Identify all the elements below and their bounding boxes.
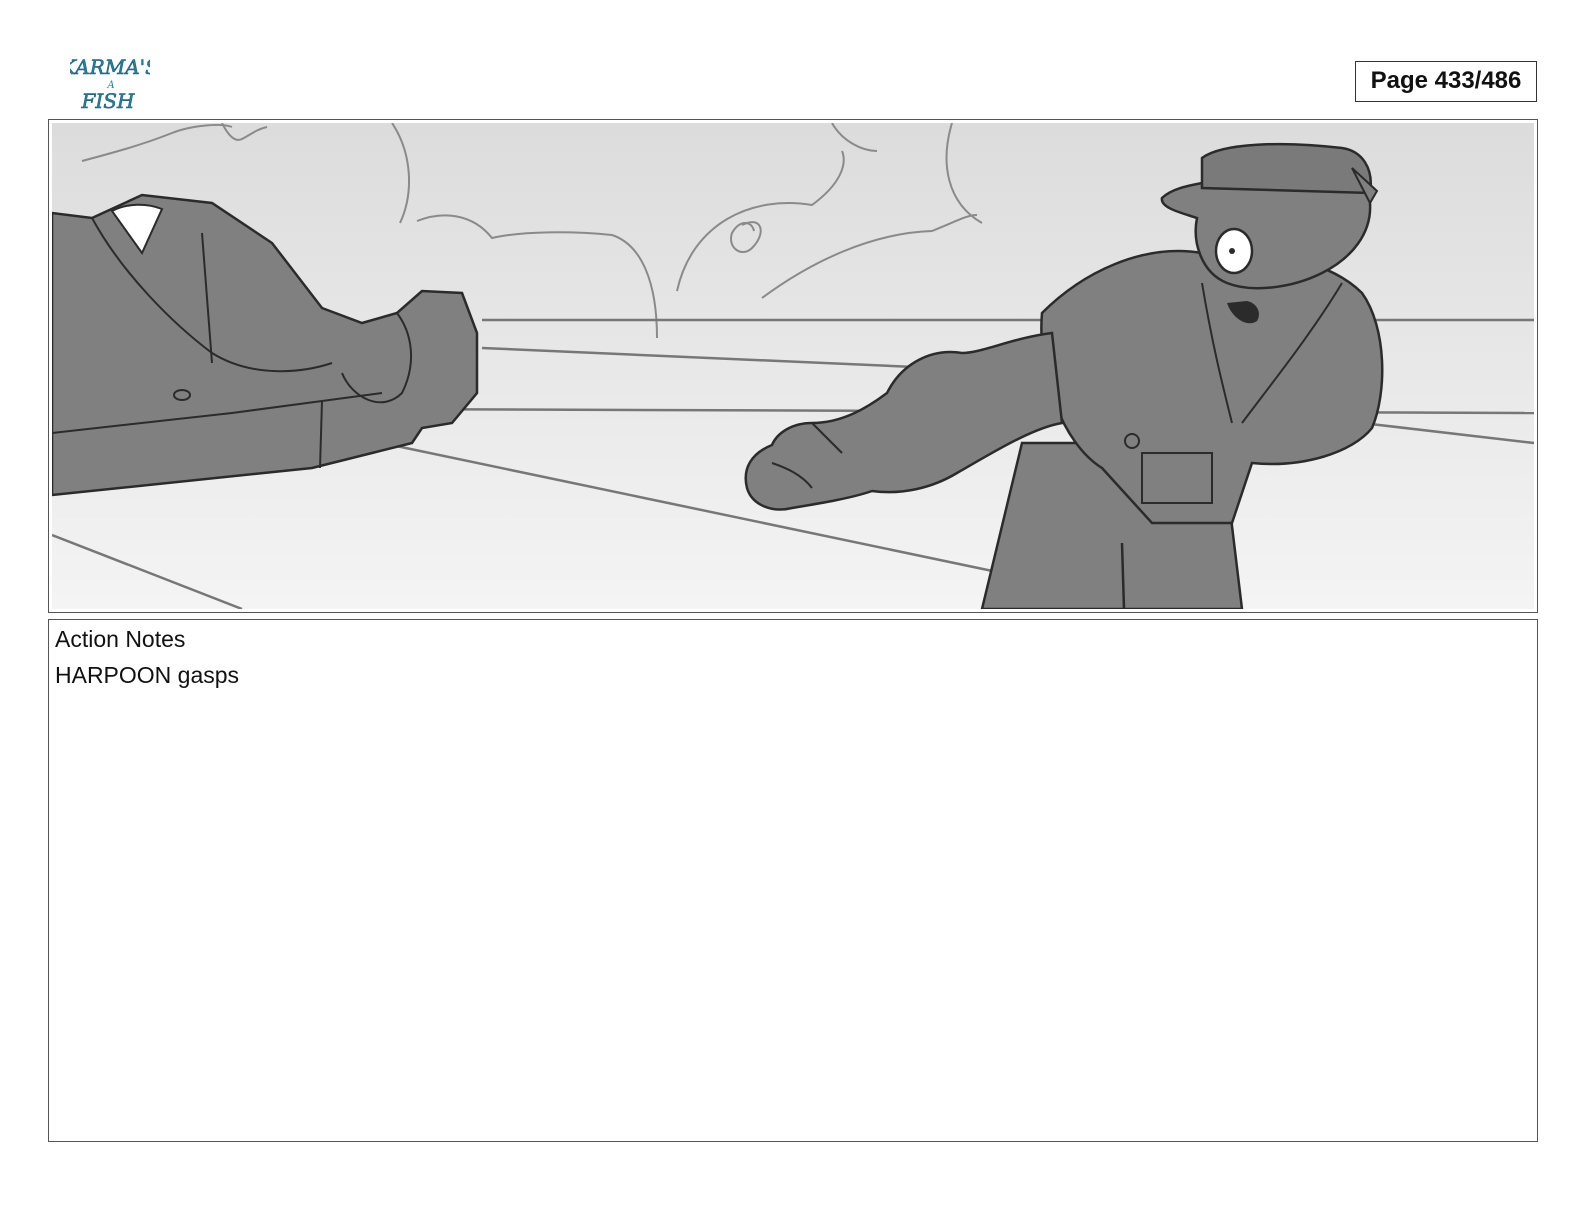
action-notes-panel: Action Notes HARPOON gasps bbox=[48, 619, 1538, 1142]
action-notes-text: HARPOON gasps bbox=[55, 662, 240, 688]
logo-line-1: KARMA'S bbox=[70, 55, 150, 79]
page-number: Page 433/486 bbox=[1355, 61, 1537, 102]
storyboard-panel bbox=[48, 119, 1538, 613]
logo-line-3: FISH bbox=[81, 89, 135, 113]
show-logo-art: KARMA'S A FISH bbox=[60, 55, 159, 114]
show-logo: KARMA'S A FISH bbox=[60, 52, 159, 114]
storyboard-sketch bbox=[52, 123, 1534, 609]
action-notes-heading: Action Notes bbox=[55, 626, 186, 652]
